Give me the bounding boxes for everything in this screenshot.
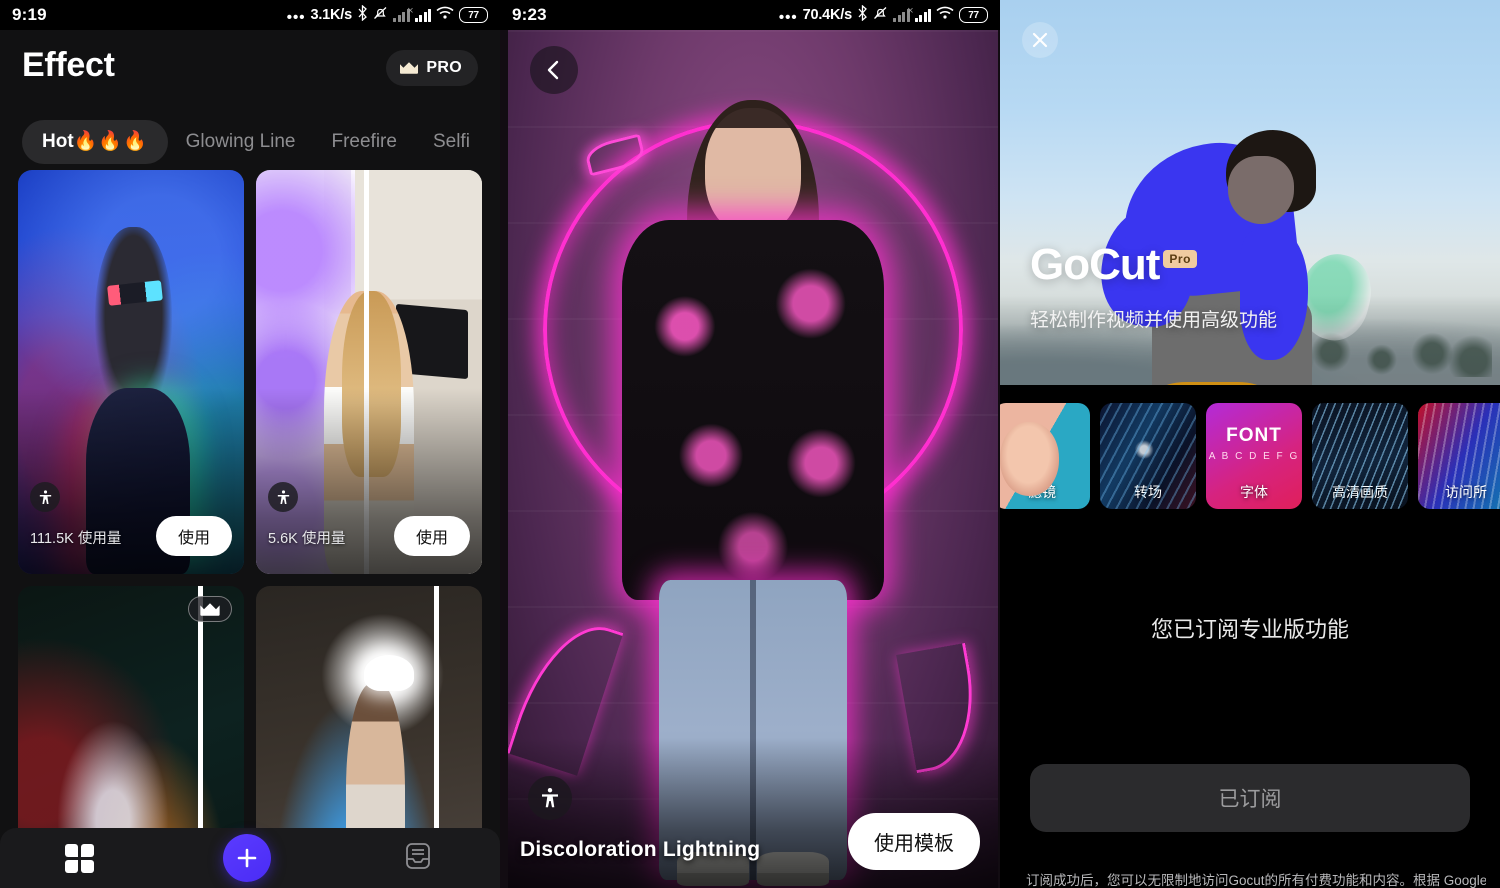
feature-transitions[interactable]: 转场 (1100, 403, 1196, 509)
tab-hot-label: Hot (42, 131, 74, 152)
feature-label: 访问所 (1445, 484, 1487, 500)
accessibility-icon (268, 482, 298, 512)
signal-icon-sim2 (414, 8, 431, 22)
close-icon (1032, 32, 1048, 48)
status-icons: ••• 3.1K/s 77 (286, 4, 488, 26)
feature-label: 滤镜 (1028, 484, 1056, 500)
effect-card-grid: 111.5K 使用量 使用 5.6K 使用量 使用 (18, 170, 488, 888)
mute-bell-icon (873, 5, 888, 26)
battery-icon: 77 (959, 7, 988, 23)
effect-category-tabs: Hot🔥🔥🔥 Glowing Line Freefire Selfi (0, 120, 500, 164)
effect-card-1[interactable]: 111.5K 使用量 使用 (18, 170, 244, 574)
head-shape (705, 108, 801, 234)
brand-tagline: 轻松制作视频并使用高级功能 (1030, 310, 1278, 331)
tab-hot[interactable]: Hot🔥🔥🔥 (22, 120, 168, 164)
usage-count: 111.5K 使用量 (30, 531, 122, 547)
subscription-note: 订阅成功后，您可以无限制地访问Gocut的所有付费功能和内容。根据 Google… (1026, 873, 1486, 888)
effect-card-2[interactable]: 5.6K 使用量 使用 (256, 170, 482, 574)
feature-label: 字体 (1240, 484, 1268, 500)
feature-label: 高清画质 (1332, 484, 1388, 500)
status-icons: ••• 70.4K/s 77 (778, 4, 988, 26)
statusbar-panel1: 9:19 ••• 3.1K/s 77 (0, 0, 500, 30)
close-button[interactable] (1022, 22, 1058, 58)
create-project-button[interactable] (223, 834, 272, 882)
statusbar-panel2: 9:23 ••• 70.4K/s 77 (500, 0, 1000, 30)
panel-effect-preview: 9:23 ••• 70.4K/s 77 (500, 0, 1000, 888)
pro-crown-badge (188, 596, 232, 622)
effect-header: Effect PRO (0, 30, 500, 110)
crown-icon (399, 61, 419, 75)
effect-preview-stage: Discoloration Lightning 使用模板 (508, 30, 998, 888)
page-title: Effect (22, 46, 115, 84)
panel-effect-list: 9:19 ••• 3.1K/s 77 Effect (0, 0, 500, 888)
network-speed: 3.1K/s (310, 7, 352, 23)
signal-icon-sim1 (893, 5, 913, 22)
signal-icon-sim2 (914, 8, 931, 22)
wifi-icon (436, 6, 454, 25)
font-sample-word: FONT (1226, 425, 1282, 446)
battery-icon: 77 (459, 7, 488, 23)
use-effect-button[interactable]: 使用 (393, 516, 470, 556)
nav-drafts-button[interactable] (401, 839, 435, 878)
feature-fonts[interactable]: FONT A B C D E F G 字体 (1206, 403, 1302, 509)
use-template-button[interactable]: 使用模板 (848, 813, 980, 870)
feature-filters[interactable]: 滤镜 (1000, 403, 1090, 509)
ellipsis-icon: ••• (286, 8, 306, 26)
feature-label: 转场 (1134, 484, 1162, 500)
plus-icon (238, 848, 257, 868)
butterfly-icon (364, 654, 415, 692)
accessibility-icon (30, 482, 60, 512)
panel-subscription: GoCut Pro 轻松制作视频并使用高级功能 滤镜 转场 FONT A B C… (1000, 0, 1500, 888)
back-button[interactable] (530, 46, 578, 94)
use-effect-button[interactable]: 使用 (155, 516, 232, 556)
feature-hd-quality[interactable]: 高清画质 (1312, 403, 1408, 509)
inbox-icon (406, 842, 431, 869)
effect-title: Discoloration Lightning (520, 838, 761, 861)
nav-templates-button[interactable] (64, 843, 94, 873)
status-time: 9:23 (512, 5, 547, 24)
figure-shoes (1160, 382, 1264, 385)
accessibility-icon (528, 776, 572, 820)
pro-badge-label: PRO (426, 59, 462, 76)
screenshot-collage: 9:19 ••• 3.1K/s 77 Effect (0, 0, 1500, 888)
pro-upgrade-button[interactable]: PRO (386, 50, 478, 86)
bottom-navigation (0, 828, 500, 888)
brand-pro-badge: Pro (1163, 250, 1197, 268)
figure-face (1228, 156, 1294, 224)
signal-icon-sim1 (393, 5, 413, 22)
tab-glowing-line[interactable]: Glowing Line (168, 120, 314, 164)
bluetooth-icon (357, 4, 368, 26)
font-sample-alphabet: A B C D E F G (1208, 451, 1300, 462)
subscribed-button[interactable]: 已订阅 (1030, 764, 1470, 832)
tab-freefire[interactable]: Freefire (313, 120, 414, 164)
status-time: 9:19 (12, 5, 47, 24)
tab-selfi[interactable]: Selfi (415, 120, 488, 164)
chevron-left-icon (547, 60, 559, 80)
visor-highlight (107, 280, 164, 307)
mute-bell-icon (373, 5, 388, 26)
ellipsis-icon: ••• (778, 8, 798, 26)
graffiti-jacket-shape (622, 220, 884, 600)
brand-name: GoCut (1030, 240, 1160, 289)
wifi-icon (936, 6, 954, 25)
network-speed: 70.4K/s (802, 7, 853, 23)
grid-icon (64, 843, 94, 873)
subscription-status-text: 您已订阅专业版功能 (1150, 617, 1349, 642)
bluetooth-icon (857, 4, 868, 26)
feature-thumbnail-row: 滤镜 转场 FONT A B C D E F G 字体 高清画质 访问所 (1000, 403, 1500, 513)
usage-count: 5.6K 使用量 (268, 531, 346, 547)
brand-lockup: GoCut Pro (1030, 240, 1197, 290)
tab-hot-emoji: 🔥🔥🔥 (73, 131, 148, 152)
feature-access-all[interactable]: 访问所 (1418, 403, 1500, 509)
